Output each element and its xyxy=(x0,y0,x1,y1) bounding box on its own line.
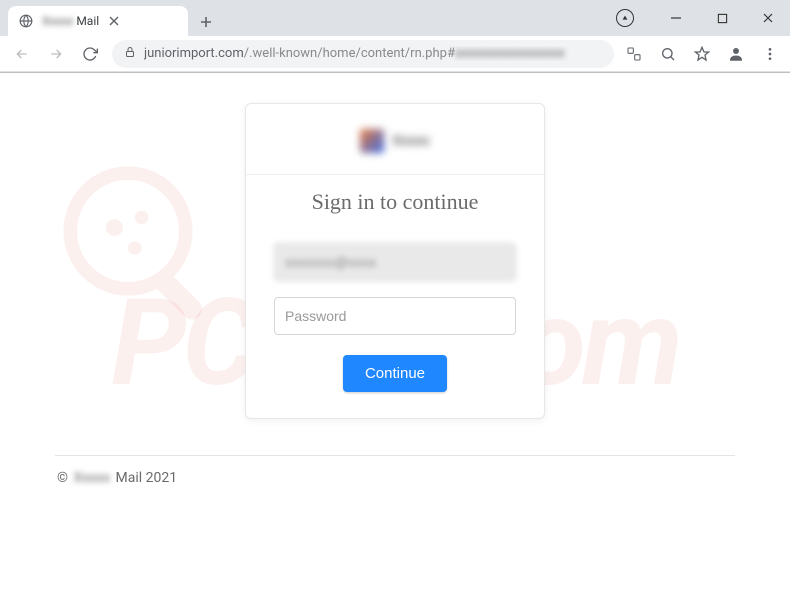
signin-card: Xxxxx Sign in to continue Continue xyxy=(245,103,545,419)
toolbar-icons xyxy=(624,44,780,64)
globe-icon xyxy=(18,13,34,29)
back-button[interactable] xyxy=(10,42,34,66)
brand-logo: Xxxxx xyxy=(274,126,516,156)
close-icon[interactable] xyxy=(107,14,121,28)
footer-suffix: Mail 2021 xyxy=(116,470,178,486)
signin-title: Sign in to continue xyxy=(274,189,516,215)
copyright-symbol: © xyxy=(57,470,68,486)
password-field[interactable] xyxy=(274,297,516,335)
tab-bar: Xxxxx Mail xyxy=(0,0,790,36)
browser-toolbar: juniorimport.com/.well-known/home/conten… xyxy=(0,36,790,72)
reload-button[interactable] xyxy=(78,42,102,66)
address-bar[interactable]: juniorimport.com/.well-known/home/conten… xyxy=(112,40,614,68)
email-field[interactable] xyxy=(274,243,516,281)
profile-icon[interactable] xyxy=(726,44,746,64)
footer-divider xyxy=(55,455,735,456)
browser-chrome: Xxxxx Mail xyxy=(0,0,790,73)
page-content: PCrisk.com Xxxxx Sign in to continue Con… xyxy=(0,73,790,614)
window-controls xyxy=(616,6,782,30)
new-tab-button[interactable] xyxy=(192,8,220,36)
maximize-button[interactable] xyxy=(708,6,736,30)
tab-title: Xxxxx Mail xyxy=(42,14,99,28)
footer: © Xxxxx Mail 2021 xyxy=(55,470,735,486)
close-window-button[interactable] xyxy=(754,6,782,30)
shield-icon[interactable] xyxy=(616,9,634,27)
zoom-icon[interactable] xyxy=(658,44,678,64)
content-wrap: Xxxxx Sign in to continue Continue © Xxx… xyxy=(0,73,790,496)
star-icon[interactable] xyxy=(692,44,712,64)
divider xyxy=(246,174,544,175)
lock-icon xyxy=(124,46,136,62)
translate-icon[interactable] xyxy=(624,44,644,64)
browser-tab[interactable]: Xxxxx Mail xyxy=(8,6,188,36)
url-text: juniorimport.com/.well-known/home/conten… xyxy=(144,46,602,61)
brand-text: Xxxxx xyxy=(392,133,429,149)
minimize-button[interactable] xyxy=(662,6,690,30)
continue-button[interactable]: Continue xyxy=(343,355,447,392)
forward-button[interactable] xyxy=(44,42,68,66)
brand-square-icon xyxy=(360,129,384,153)
footer-brand: Xxxxx xyxy=(73,470,110,486)
menu-icon[interactable] xyxy=(760,44,780,64)
